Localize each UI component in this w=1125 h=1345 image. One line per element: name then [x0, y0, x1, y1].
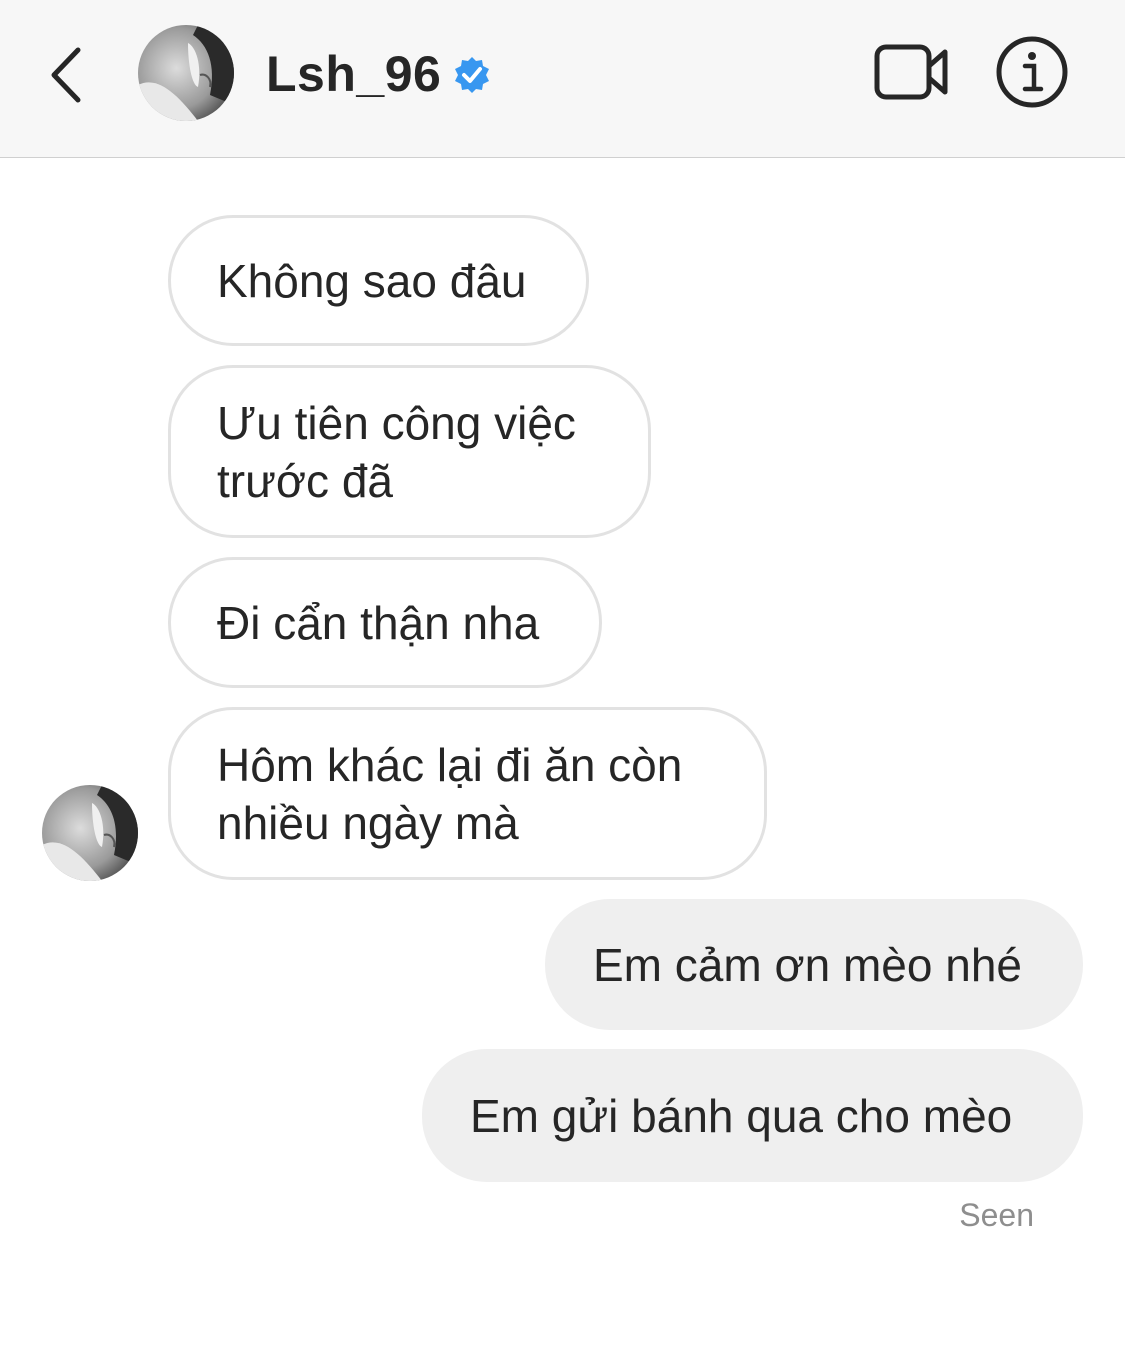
message-text: Em cảm ơn mèo nhé — [593, 938, 1023, 991]
info-icon — [996, 36, 1068, 108]
outgoing-message[interactable]: Em cảm ơn mèo nhé — [545, 899, 1083, 1030]
chat-header: Lsh_96 — [0, 0, 1125, 158]
message-text: Ưu tiên công việc — [217, 396, 576, 449]
outgoing-message[interactable]: Em gửi bánh qua cho mèo — [422, 1049, 1083, 1182]
verified-badge-icon — [455, 57, 489, 93]
message-text: nhiều ngày mà — [217, 796, 519, 849]
info-button[interactable] — [994, 34, 1070, 110]
back-button[interactable] — [40, 40, 96, 110]
message-text: Đi cẩn thận nha — [217, 596, 540, 649]
incoming-message[interactable]: Đi cẩn thận nha — [168, 557, 602, 688]
seen-status: Seen — [959, 1197, 1034, 1233]
chevron-left-icon — [51, 47, 81, 103]
contact-username[interactable]: Lsh_96 — [266, 44, 441, 104]
message-text: Hôm khác lại đi ăn còn — [217, 738, 683, 791]
video-call-button[interactable] — [872, 40, 952, 104]
message-text: Không sao đâu — [217, 254, 527, 307]
contact-avatar[interactable] — [138, 25, 234, 121]
message-text: trước đã — [217, 454, 394, 507]
video-camera-icon — [874, 44, 948, 100]
incoming-message[interactable]: Không sao đâu — [168, 215, 589, 346]
message-text: Em gửi bánh qua cho mèo — [470, 1089, 1013, 1142]
incoming-message[interactable]: Ưu tiên công việc trước đã — [168, 365, 651, 538]
sender-avatar[interactable] — [42, 785, 138, 881]
incoming-message[interactable]: Hôm khác lại đi ăn còn nhiều ngày mà — [168, 707, 767, 880]
